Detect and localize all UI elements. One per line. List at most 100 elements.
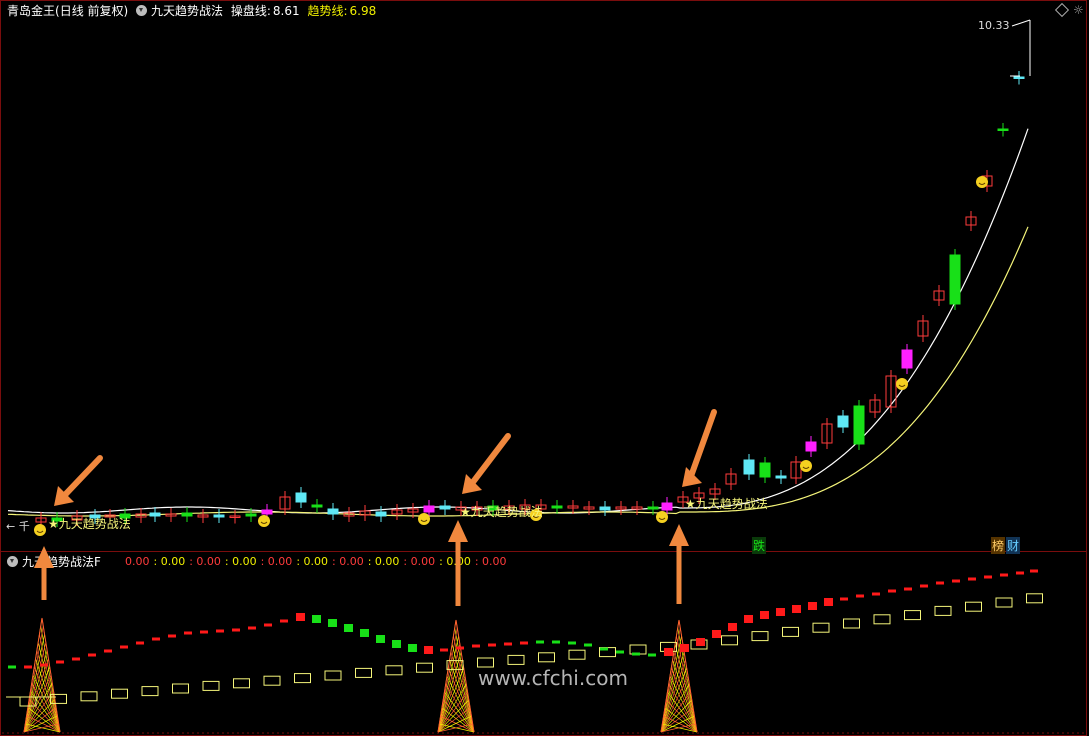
candle-body [901,349,913,369]
sub-dot [680,644,689,652]
sub-dot [296,613,305,621]
step-box [324,670,342,681]
candle-body [181,512,193,517]
candle-body [327,508,339,515]
sub-dot [104,649,112,653]
sub-dot [264,623,272,627]
tower-line [437,659,463,733]
signal-text: ★九天趋势战法 [685,497,768,511]
chart-svg: ★九天趋势战法 ★九天趋势战法 ★九天趋势战法 [2,19,1086,734]
signal-text: ★九天趋势战法 [460,505,543,519]
step-box [385,665,403,676]
sub-dot [456,646,464,650]
sub-dot [488,643,496,647]
high-price-pointer [1011,19,1031,27]
tag-cai[interactable]: 财 [1006,537,1021,554]
sub-dot [424,646,433,654]
step-box [416,662,433,673]
sub-dot [472,644,480,648]
sub-dot [168,634,176,638]
candle-body [1013,76,1025,79]
tag-bang[interactable]: 榜 [991,537,1006,554]
sub-dot [536,640,544,644]
sub-dot [376,635,385,643]
sub-dot [24,665,32,669]
sub-dot [520,641,528,645]
sub-dot [824,598,833,606]
sub-dot [776,608,785,616]
sub-dot [1016,571,1024,575]
tower-icon [672,659,698,733]
candle-body [551,505,563,509]
tower-icon [35,658,61,733]
arrow-up-head [448,520,468,542]
sub-dot [88,653,96,657]
candle-body [439,505,451,510]
sub-dot [1030,569,1038,573]
sub-dot [616,650,624,654]
sub-dot [744,615,753,623]
step-box [965,601,982,612]
sub-dot [392,640,401,648]
sub-dot [632,652,640,656]
tower-edge [455,619,475,733]
step-box [721,635,738,646]
candle-body [949,254,961,305]
step-box [141,686,159,697]
step-box [904,610,921,621]
sub-dot [360,629,369,637]
sub-dot [984,575,992,579]
step-box [995,597,1013,608]
chart-window: 青岛金王(日线 前复权) 九天趋势战法 操盘线: 8.61 趋势线: 6.98 ☼ … [0,0,1089,736]
smiley-icon [976,176,988,188]
step-box [233,678,250,689]
sub-dot [872,592,880,596]
sub-dot [696,638,705,646]
candle-body [375,511,387,517]
sub-dot [856,594,864,598]
sub-dot [584,643,592,647]
price-high-label: 10.33 [978,19,1010,32]
sub-dot [504,642,512,646]
sub-dot [568,641,576,645]
candle-body [599,506,611,511]
sub-dot [792,605,801,613]
tag-die[interactable]: 跌 [752,537,767,554]
step-box [294,673,311,684]
sub-dot [72,657,80,661]
sub-dot [344,624,353,632]
sub-dot [1000,573,1008,577]
smiley-icon [258,515,270,527]
step-box [873,614,891,625]
candle-body [743,459,755,475]
candle-body [245,513,257,517]
arrow-down-left-icon [687,409,717,482]
step-box [172,683,189,694]
tower-edge [41,617,61,733]
step-box [202,680,220,691]
sub-dot [552,640,560,644]
smiley-icon [34,524,46,536]
smiley-icon [896,378,908,390]
sub-dot [664,648,673,656]
sub-dot [8,665,16,669]
smiley-icon [418,513,430,525]
sub-dot [936,581,944,585]
candle-body [853,405,865,445]
candle-body [149,512,161,517]
candle-body [997,128,1009,131]
candle-body [261,509,273,515]
sub-dot [312,615,321,623]
sub-dot [920,584,928,588]
tower-edge [660,619,680,733]
candle-body [311,504,323,508]
tower-icon [449,659,475,733]
step-box [568,649,586,660]
trend-line-white [7,128,1029,514]
sub-dot [440,648,448,652]
left-mark: ← 千 [6,520,30,533]
tower-line [23,658,49,733]
tower-edge [678,619,698,733]
candle-body [837,415,849,428]
step-box [263,675,281,686]
